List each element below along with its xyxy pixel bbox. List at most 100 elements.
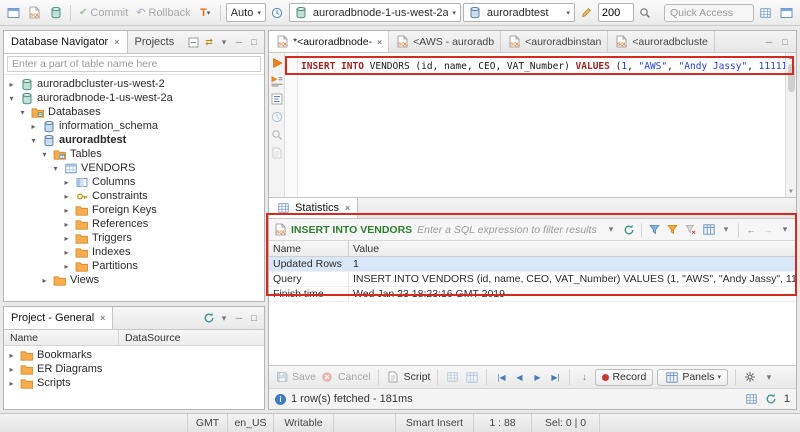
first-row-icon[interactable]: |◀ (494, 373, 508, 382)
collapse-arrow-icon[interactable]: ▾ (18, 108, 27, 117)
cancel-button[interactable]: Cancel (320, 370, 371, 384)
scrollbar-thumb[interactable] (787, 64, 795, 92)
close-icon[interactable]: × (345, 203, 350, 213)
rollback-button[interactable]: ↶ Rollback (133, 6, 193, 20)
chevron-down-icon[interactable]: ▾ (778, 224, 792, 235)
grid-settings-icon[interactable] (701, 223, 716, 237)
editor-tab[interactable]: SQL <auroradbcluste (608, 31, 715, 52)
refresh-icon[interactable] (764, 392, 779, 406)
minimize-icon[interactable]: ─ (232, 37, 246, 47)
chevron-down-icon[interactable]: ▾ (604, 224, 618, 235)
last-row-icon[interactable]: ▶| (548, 373, 562, 382)
expand-arrow-icon[interactable]: ▸ (62, 220, 71, 229)
result-filter-input[interactable] (415, 222, 601, 237)
column-header-datasource[interactable]: DataSource (119, 330, 186, 345)
project-item-bookmarks[interactable]: ▸ Bookmarks (4, 348, 264, 362)
status-timezone[interactable]: GMT (188, 414, 228, 432)
expand-arrow-icon[interactable]: ▸ (62, 234, 71, 243)
collapse-all-icon[interactable] (186, 35, 201, 49)
expand-arrow-icon[interactable]: ▸ (7, 80, 16, 89)
collapse-arrow-icon[interactable]: ▾ (29, 136, 38, 145)
refresh-icon[interactable] (201, 311, 216, 325)
table-filter-input[interactable] (7, 56, 261, 72)
editor-tab[interactable]: SQL <AWS - auroradb (389, 31, 502, 52)
close-icon[interactable]: × (377, 37, 382, 47)
table-row[interactable]: Finish time Wed Jan 23 18:23:16 GMT 2019 (269, 287, 796, 302)
new-window-icon[interactable] (4, 3, 23, 22)
status-locale[interactable]: en_US (228, 414, 274, 432)
view-menu-icon[interactable]: ▾ (217, 37, 231, 48)
expand-arrow-icon[interactable]: ▸ (7, 379, 16, 388)
status-cursor-position[interactable]: 1 : 88 (474, 414, 532, 432)
commit-mode-combo[interactable]: Auto ▾ (225, 3, 266, 22)
column-header-value[interactable]: Value (349, 241, 796, 256)
script-button[interactable]: Script (386, 370, 430, 384)
link-editor-icon[interactable]: ⇄ (202, 37, 216, 48)
commit-button[interactable]: ✔ Commit (76, 7, 131, 19)
maximize-icon[interactable]: □ (778, 37, 792, 47)
quick-access-input[interactable] (664, 3, 754, 22)
edit-icon[interactable] (577, 3, 596, 22)
database-combo[interactable]: auroradbtest ▾ (462, 3, 575, 22)
minimize-icon[interactable]: ─ (232, 313, 246, 323)
tab-project-general[interactable]: Project - General × (4, 307, 114, 329)
next-row-icon[interactable]: ▶ (530, 373, 544, 382)
find-icon[interactable] (269, 128, 284, 142)
stat-value-cell[interactable]: INSERT INTO VENDORS (id, name, CEO, VAT_… (349, 272, 796, 286)
table-row[interactable]: Updated Rows 1 (269, 257, 796, 272)
tree-item-views[interactable]: ▸ Views (4, 273, 264, 287)
chevron-down-icon[interactable]: ▾ (762, 372, 776, 383)
maximize-icon[interactable]: □ (247, 37, 261, 47)
column-header-name[interactable]: Name (4, 330, 119, 345)
transaction-monitor-icon[interactable] (268, 3, 287, 22)
editor-tab[interactable]: SQL <auroradbinstan (501, 31, 609, 52)
status-writable[interactable]: Writable (274, 414, 334, 432)
view-menu-icon[interactable]: ▾ (217, 313, 231, 324)
fetch-page-icon[interactable]: ↓ (577, 372, 591, 382)
editor-code-area[interactable]: INSERT INTO VENDORS (id, name, CEO, VAT_… (298, 53, 785, 197)
maximize-icon[interactable]: □ (247, 313, 261, 323)
tree-item-columns[interactable]: ▸ Columns (4, 175, 264, 189)
project-item-er-diagrams[interactable]: ▸ ER Diagrams (4, 362, 264, 376)
tree-item-auroradbtest[interactable]: ▾ auroradbtest (4, 133, 264, 147)
connection-combo[interactable]: auroradbnode-1-us-west-2a ▾ (288, 3, 461, 22)
expand-arrow-icon[interactable]: ▸ (40, 276, 49, 285)
new-connection-icon[interactable] (46, 3, 65, 22)
expand-arrow-icon[interactable]: ▸ (62, 248, 71, 257)
filter-save-icon[interactable] (647, 223, 662, 237)
stat-name-cell[interactable]: Updated Rows (269, 257, 349, 271)
refresh-icon[interactable] (621, 223, 636, 237)
tab-statistics[interactable]: Statistics × (269, 198, 359, 218)
expand-arrow-icon[interactable]: ▸ (29, 122, 38, 131)
fetch-size-input[interactable] (597, 3, 634, 22)
explain-plan-icon[interactable] (269, 92, 284, 106)
previous-row-icon[interactable]: ◀ (512, 373, 526, 382)
tab-projects[interactable]: Projects (128, 31, 182, 53)
collapse-arrow-icon[interactable]: ▾ (51, 164, 60, 173)
tree-item-auroradbcluster-us-west-2[interactable]: ▸ auroradbcluster-us-west-2 (4, 77, 264, 91)
scroll-down-icon[interactable]: ▼ (788, 187, 794, 197)
perspective-icon[interactable] (777, 3, 796, 22)
tree-item-vendors[interactable]: ▾ VENDORS (4, 161, 264, 175)
execute-statement-icon[interactable] (269, 56, 284, 70)
tree-item-tables[interactable]: ▾ Tables (4, 147, 264, 161)
expand-arrow-icon[interactable]: ▸ (7, 365, 16, 374)
tab-database-navigator[interactable]: Database Navigator × (4, 31, 128, 53)
tree-item-indexes[interactable]: ▸ Indexes (4, 245, 264, 259)
expand-arrow-icon[interactable]: ▸ (7, 351, 16, 360)
chevron-down-icon[interactable]: ▾ (719, 224, 733, 235)
expand-arrow-icon[interactable]: ▸ (62, 262, 71, 271)
open-perspective-icon[interactable] (756, 3, 775, 22)
new-sql-editor-icon[interactable]: SQL (25, 3, 44, 22)
editor-tab[interactable]: SQL *<auroradbnode- × (269, 31, 390, 52)
editor-scrollbar[interactable]: ▲ ▼ (785, 53, 796, 197)
collapse-arrow-icon[interactable]: ▾ (40, 150, 49, 159)
project-item-scripts[interactable]: ▸ Scripts (4, 376, 264, 390)
tree-item-databases[interactable]: ▾ Databases (4, 105, 264, 119)
table-row[interactable]: Query INSERT INTO VENDORS (id, name, CEO,… (269, 272, 796, 287)
record-button[interactable]: Record (595, 368, 654, 386)
forward-icon[interactable]: → (761, 225, 775, 235)
execute-script-icon[interactable] (269, 74, 284, 88)
stat-name-cell[interactable]: Finish time (269, 287, 349, 301)
status-insert-mode[interactable]: Smart Insert (396, 414, 474, 432)
